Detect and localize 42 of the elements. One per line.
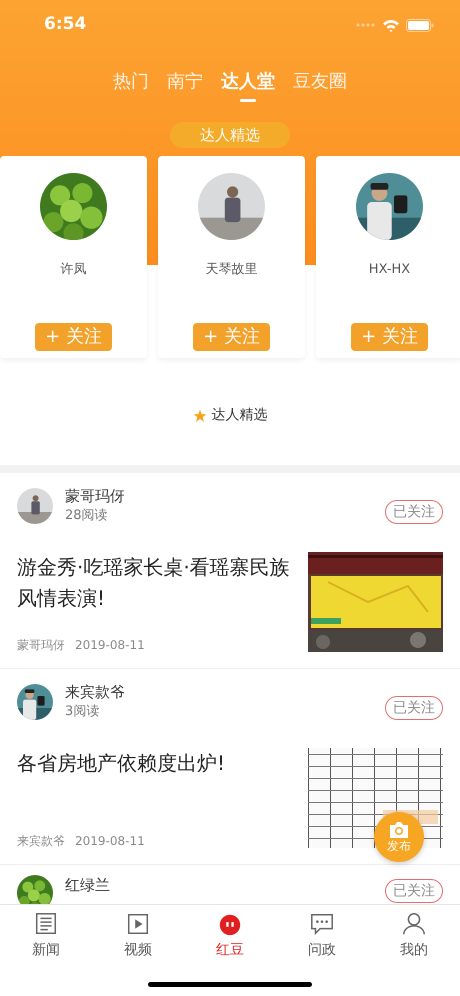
star-icon	[192, 408, 206, 422]
tab-indicator	[240, 99, 256, 102]
nav-tab[interactable]: 视频	[92, 911, 184, 961]
follow-button[interactable]: + 关注	[35, 322, 112, 350]
read-count: 3阅读	[65, 703, 100, 721]
nav-tab[interactable]: 新闻	[0, 911, 92, 961]
status-time: 6:54	[44, 13, 86, 36]
nav-tab[interactable]: 问政	[276, 911, 368, 961]
wifi-icon	[382, 18, 400, 32]
author-name: 蒙哥玛伢	[65, 486, 126, 506]
followed-button[interactable]: 已关注	[385, 500, 443, 524]
person-icon	[401, 911, 427, 937]
author-name: 红绿兰	[65, 875, 111, 895]
category-tab[interactable]: 达人堂	[221, 64, 275, 98]
camera-icon	[388, 821, 410, 839]
read-count: 28阅读	[65, 507, 109, 525]
featured-label: 达人精选	[170, 122, 290, 148]
expert-name: 许凤	[60, 261, 86, 279]
document-icon	[33, 911, 59, 937]
followed-button[interactable]: 已关注	[385, 696, 443, 720]
author-name: 来宾款爷	[65, 682, 126, 702]
category-tab[interactable]: 热门	[113, 64, 149, 98]
category-tab[interactable]: 南宁	[167, 64, 203, 98]
section-title: 达人精选	[212, 406, 268, 425]
article-author: 来宾款爷	[17, 833, 65, 850]
signal-icon	[356, 23, 376, 27]
article-title: 游金秀·吃瑶家长桌·看瑶寨民族风情表演!	[17, 554, 291, 612]
article-date: 2019-08-11	[75, 833, 145, 850]
follow-button[interactable]: + 关注	[193, 322, 270, 350]
battery-icon	[406, 18, 434, 32]
expert-name: 天琴故里	[206, 261, 258, 279]
nav-tab[interactable]: 红豆	[184, 911, 276, 961]
chat-icon	[309, 911, 335, 937]
article-date: 2019-08-11	[75, 637, 145, 654]
category-tab[interactable]: 豆友圈	[293, 64, 347, 98]
follow-button[interactable]: + 关注	[351, 322, 428, 350]
article-author: 蒙哥玛伢	[17, 637, 65, 654]
play-icon	[125, 911, 151, 937]
nav-tab[interactable]: 我的	[368, 911, 460, 961]
article-title: 各省房地产依赖度出炉!	[17, 750, 226, 777]
followed-button[interactable]: 已关注	[385, 879, 443, 903]
expert-name: HX-HX	[368, 261, 410, 279]
